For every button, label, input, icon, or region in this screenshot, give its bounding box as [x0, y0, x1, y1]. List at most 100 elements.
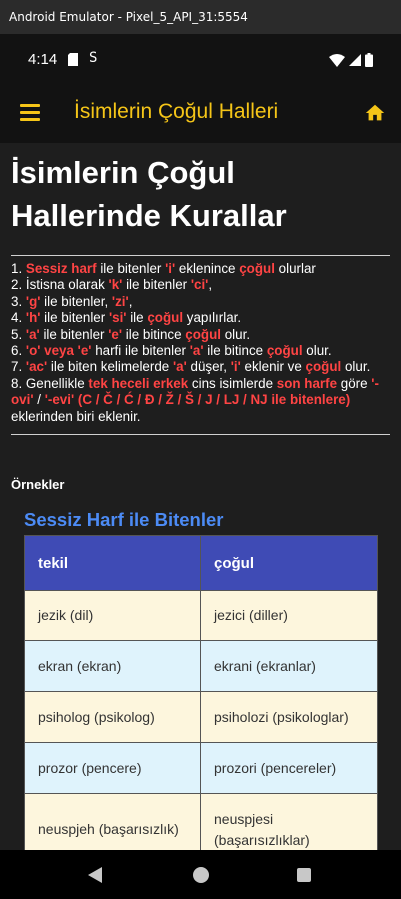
rule-text: ile — [126, 310, 148, 326]
rule-text: ile biten kelimelerde — [47, 359, 173, 375]
menu-icon[interactable] — [20, 104, 40, 121]
rule-text: 7. — [11, 359, 26, 375]
table-cell: jezici (diller) — [201, 591, 377, 640]
rule-text: ile bitince — [203, 343, 267, 359]
divider-bottom — [11, 434, 390, 435]
rule-highlight: '-evi' (C / Č / Ć / Đ / Ž / Š / J / LJ /… — [44, 392, 351, 408]
rule-text: ile bitenler — [39, 326, 109, 342]
rule-text: , — [128, 293, 133, 309]
table-cell: ekrani (ekranlar) — [201, 641, 377, 691]
rule-text: 1. — [11, 261, 26, 276]
table-row: prozor (pencere) prozori (pencereler) — [25, 743, 377, 794]
wifi-icon — [329, 53, 345, 67]
rule-text: 2. İstisna olarak — [11, 277, 109, 293]
rule-highlight: 'ci' — [190, 277, 209, 293]
status-time: 4:14 — [28, 51, 58, 68]
rules-list: 1. Sessiz harf ile bitenler 'i' ekleninc… — [11, 261, 391, 425]
signal-icon — [349, 54, 361, 66]
rule-text: eklenir ve — [240, 359, 306, 375]
status-bar: 4:14 S — [0, 34, 401, 86]
rule-highlight: 'e' — [108, 326, 123, 342]
rule-text: 3. — [11, 293, 26, 309]
home-icon[interactable] — [364, 102, 386, 124]
app-bar-title: İsimlerin Çoğul Halleri — [74, 100, 279, 123]
rule-highlight: 'si' — [108, 310, 127, 326]
table-cell: prozori (pencereler) — [201, 743, 377, 793]
rule-text: düşer, — [186, 359, 231, 375]
rule-text: yapılırlar. — [183, 310, 242, 326]
rule-line: 2. İstisna olarak 'k' ile bitenler 'ci', — [11, 277, 391, 293]
rule-highlight: 'o' veya 'e' — [25, 343, 92, 359]
examples-label: Örnekler — [11, 477, 65, 492]
rule-highlight: 'ac' — [25, 359, 48, 375]
rule-highlight: 'a' — [172, 359, 187, 375]
back-icon[interactable] — [88, 867, 102, 883]
rule-text: ile bitenler — [96, 261, 166, 276]
table-cell: psiholog (psikolog) — [25, 692, 201, 742]
rule-highlight: Sessiz harf — [25, 261, 97, 276]
rule-text: olur. — [221, 326, 251, 342]
table-cell: psiholozi (psikologlar) — [201, 692, 377, 742]
table-cell: neuspjeh (başarısızlık) — [25, 794, 201, 850]
content-scroll-area[interactable]: İsimlerin Çoğul Hallerinde Kurallar 1. S… — [0, 143, 401, 850]
rule-text: 8. Genellikle — [11, 375, 89, 391]
rule-highlight: çoğul — [185, 326, 222, 342]
section-title: Sessiz Harf ile Bitenler — [24, 509, 224, 530]
app-bar: İsimlerin Çoğul Halleri — [0, 86, 401, 143]
rule-highlight: 'h' — [25, 310, 41, 326]
rule-highlight: 'zi' — [111, 293, 129, 309]
sync-icon: S — [89, 50, 98, 66]
table-row: jezik (dil) jezici (diller) — [25, 591, 377, 641]
table-cell: neuspjesi (başarısızlıklar) — [201, 794, 377, 850]
rule-line: 5. 'a' ile bitenler 'e' ile bitince çoğu… — [11, 327, 391, 343]
rule-text: , — [208, 277, 213, 293]
table-header-row: tekil çoğul — [25, 536, 377, 591]
rule-text: 6. — [11, 343, 26, 359]
home-circle-icon[interactable] — [193, 867, 209, 883]
rule-text: / — [33, 392, 45, 408]
rule-line: 7. 'ac' ile biten kelimelerde 'a' düşer,… — [11, 359, 391, 375]
page-title: İsimlerin Çoğul Hallerinde Kurallar — [11, 155, 287, 233]
rule-text: olurlar — [274, 261, 316, 276]
table-cell: jezik (dil) — [25, 591, 201, 640]
rule-highlight: 'k' — [108, 277, 123, 293]
rule-text: olur. — [302, 343, 332, 359]
rule-highlight: çoğul — [305, 359, 342, 375]
table-row: psiholog (psikolog) psiholozi (psikologl… — [25, 692, 377, 743]
rule-line: 8. Genellikle tek heceli erkek cins isim… — [11, 376, 391, 425]
rule-line: 4. 'h' ile bitenler 'si' ile çoğul yapıl… — [11, 310, 391, 326]
divider-top — [11, 255, 390, 256]
rule-line: 1. Sessiz harf ile bitenler 'i' ekleninc… — [11, 261, 391, 277]
system-nav-bar — [0, 850, 401, 899]
rule-highlight: 'i' — [165, 261, 176, 276]
rule-text: eklerinden biri eklenir. — [11, 408, 141, 424]
recents-icon[interactable] — [297, 868, 311, 882]
rule-highlight: çoğul — [266, 343, 303, 359]
rule-highlight: 'i' — [230, 359, 241, 375]
rule-highlight: çoğul — [239, 261, 275, 276]
rule-text: eklenince — [175, 261, 240, 276]
table-row: neuspjeh (başarısızlık) neuspjesi (başar… — [25, 794, 377, 850]
table-cell: ekran (ekran) — [25, 641, 201, 691]
rule-highlight: 'a' — [189, 343, 204, 359]
rule-text: cins isimlerde — [188, 375, 277, 391]
rule-text: göre — [337, 375, 372, 391]
battery-icon — [365, 53, 373, 67]
rule-text: ile bitenler — [122, 277, 191, 293]
rule-highlight: tek heceli erkek — [88, 375, 189, 391]
rule-highlight: çoğul — [147, 310, 184, 326]
rule-text: 4. — [11, 310, 26, 326]
rule-text: ile bitenler, — [40, 293, 112, 309]
header-singular: tekil — [25, 536, 201, 590]
rule-highlight: 'a' — [25, 326, 40, 342]
rule-line: 3. 'g' ile bitenler, 'zi', — [11, 294, 391, 310]
sd-card-icon — [68, 53, 78, 66]
header-plural: çoğul — [201, 536, 377, 590]
rule-text: ile bitince — [122, 326, 186, 342]
rule-text: harfi ile bitenler — [91, 343, 190, 359]
rule-text: 5. — [11, 326, 26, 342]
table-cell: prozor (pencere) — [25, 743, 201, 793]
examples-table: tekil çoğul jezik (dil) jezici (diller) … — [24, 535, 378, 850]
rule-line: 6. 'o' veya 'e' harfi ile bitenler 'a' i… — [11, 343, 391, 359]
rule-highlight: 'g' — [25, 293, 41, 309]
